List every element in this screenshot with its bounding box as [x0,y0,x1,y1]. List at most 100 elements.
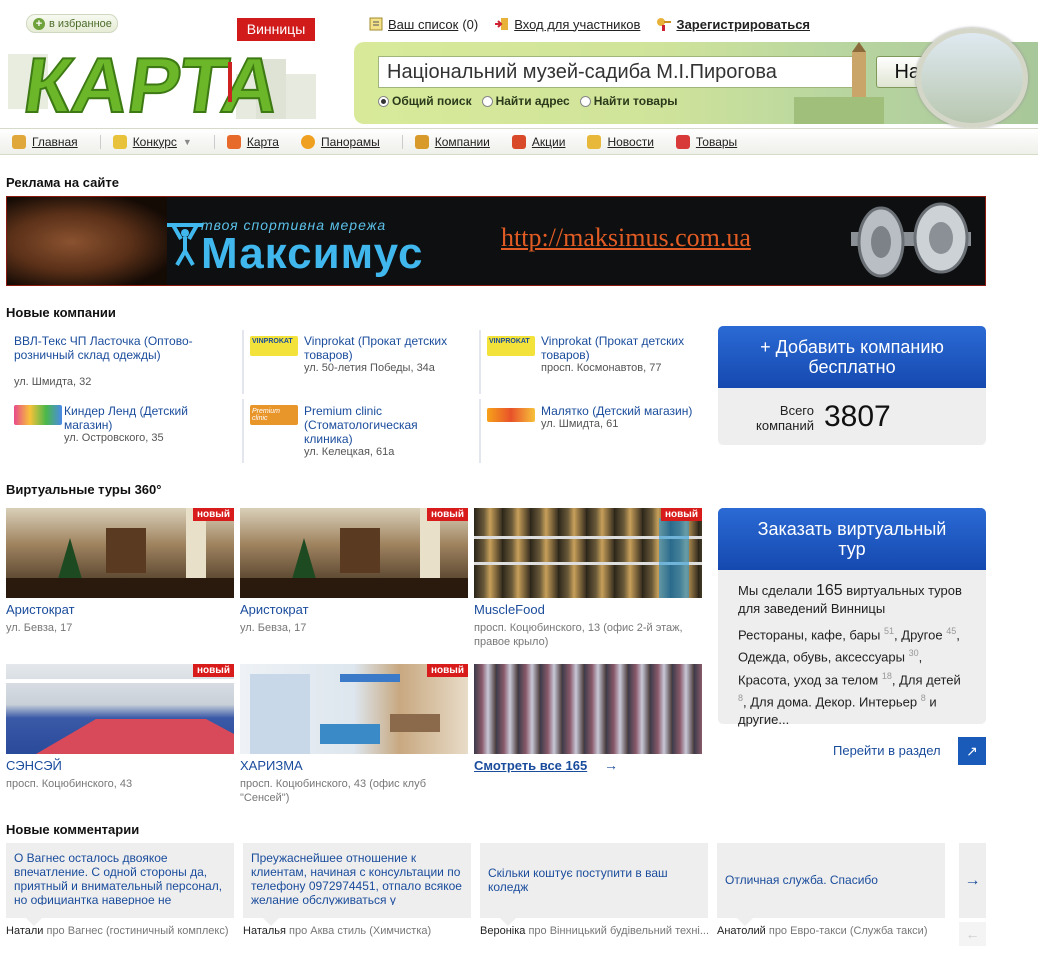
company-card[interactable]: Малятко (Детский магазин) ул. Шмидта, 61 [479,399,705,463]
city-badge[interactable]: Винницы [237,18,315,41]
top-links: Ваш список (0) Вход для участников Зарег… [368,15,810,33]
nav-divider [401,134,403,149]
company-card[interactable]: VINPROKAT Vinprokat (Прокат детских това… [479,330,705,394]
comment-card[interactable]: Скільки коштує поступити в ваш коледж [480,843,708,926]
nav-goods[interactable]: Товары [675,134,749,149]
comments-next-arrow-icon[interactable]: → [959,843,986,918]
briefcase-icon [414,134,429,149]
search-option-general[interactable]: Общий поиск [378,94,472,108]
go-to-section-link[interactable]: Перейти в раздел [833,743,941,758]
company-address: ул. Островского, 35 [64,432,164,444]
nav-promotions[interactable]: Акции [511,134,578,149]
company-card[interactable]: ВВЛ-Текс ЧП Ласточка (Оптово-розничный с… [6,330,232,394]
tours-info-panel: Мы сделали 165 виртуальных туров для зав… [718,570,986,727]
nav-news[interactable]: Новости [587,134,665,149]
comment-text[interactable]: Отличная служба. Спасибо [725,873,939,927]
ad-url[interactable]: http://maksimus.com.ua [501,223,751,253]
order-tour-button[interactable]: Заказать виртуальный тур [718,508,986,570]
tours-title: Виртуальные туры 360° [6,482,162,497]
company-name[interactable]: Premium clinic (Стоматологическая клиник… [304,404,464,446]
new-badge: новый [427,508,468,521]
comment-card[interactable]: Отличная служба. Спасибо [717,843,945,926]
tour-name[interactable]: СЭНСЭЙ [6,758,62,773]
comment-author: Натали про Вагнес (гостиничный комплекс) [6,925,229,937]
home-icon [12,134,26,149]
company-logo [14,405,62,425]
site-logo[interactable]: КАРТА [6,34,336,124]
comment-author: Анатолий про Евро-такси (Служба такси) [717,925,928,937]
company-card[interactable]: Киндер Ленд (Детский магазин) ул. Остров… [6,399,232,463]
add-to-favorites-button[interactable]: + в избранное [26,14,118,33]
tour-name[interactable]: ХАРИЗМА [240,758,303,773]
my-list-link[interactable]: Ваш список (0) [368,15,478,33]
login-label[interactable]: Вход для участников [514,17,640,32]
nav-panoramas[interactable]: Панорамы [300,134,392,149]
search-options: Общий поиск Найти адрес Найти товары [378,94,678,108]
comments-prev-arrow-icon[interactable]: ← [959,922,986,946]
tour-address: ул. Бевза, 17 [240,622,307,634]
arrow-up-right-icon[interactable]: ↗ [958,737,986,765]
register-label[interactable]: Зарегистрироваться [676,17,810,32]
chevron-down-icon[interactable]: ▼ [183,137,192,147]
search-option-goods[interactable]: Найти товары [579,94,678,108]
company-card[interactable]: VINPROKAT Vinprokat (Прокат детских това… [242,330,468,394]
list-icon [369,17,383,31]
tour-name[interactable]: Аристократ [6,602,75,617]
ad-banner[interactable]: твоя спортивна мережа Максимус http://ma… [6,196,986,286]
basket-icon [675,134,690,149]
company-name[interactable]: Vinprokat (Прокат детских товаров) [541,334,701,362]
my-list-label[interactable]: Ваш список [388,17,458,32]
radio-icon[interactable] [579,95,591,107]
tour-category[interactable]: Для детей [899,672,961,687]
ad-brand: Максимус [201,229,424,278]
tour-thumbnail[interactable]: новый [474,508,702,598]
tour-address: просп. Коцюбинского, 43 (офис клуб "Сенс… [240,778,427,804]
logo-text: КАРТА [19,41,285,124]
register-link[interactable]: Зарегистрироваться [656,15,810,33]
tour-address: просп. Коцюбинского, 43 [6,778,133,790]
company-address: просп. Космонавтов, 77 [541,362,662,374]
login-link[interactable]: Вход для участников [494,15,640,33]
comment-text[interactable]: Скільки коштує поступити в ваш коледж [488,866,702,920]
new-badge: новый [193,508,234,521]
comment-text[interactable]: Преужаснейшее отношение к клиентам, начи… [251,851,465,905]
add-company-button[interactable]: + Добавить компанию бесплатно [718,326,986,388]
comments-title: Новые комментарии [6,822,140,837]
comment-card[interactable]: О Вагнес осталось двоякое впечатление. С… [6,843,234,926]
tour-category[interactable]: Для дома. Декор. Интерьер [750,694,917,709]
nav-home[interactable]: Главная [12,134,90,149]
new-badge: новый [427,664,468,677]
company-name[interactable]: Vinprokat (Прокат детских товаров) [304,334,464,362]
clothing-store-image[interactable] [474,664,702,754]
comment-text[interactable]: О Вагнес осталось двоякое впечатление. С… [14,851,228,905]
arrow-right-icon[interactable]: → [604,757,618,773]
tour-categories: Рестораны, кафе, бары 51, Другое 45, Оде… [738,626,961,728]
tour-thumbnail[interactable]: новый [240,508,468,598]
tour-name[interactable]: MuscleFood [474,602,545,617]
company-name[interactable]: ВВЛ-Текс ЧП Ласточка (Оптово-розничный с… [14,334,224,362]
nav-companies[interactable]: Компании [414,134,502,149]
tour-category[interactable]: Одежда, обувь, аксессуары [738,650,905,665]
search-option-address[interactable]: Найти адрес [481,94,570,108]
nav-map[interactable]: Карта [226,134,291,149]
tour-thumbnail[interactable]: новый [240,664,468,754]
company-name[interactable]: Малятко (Детский магазин) [541,404,701,418]
see-all-tours-link[interactable]: Смотреть все 165 [474,758,587,773]
tour-category[interactable]: Рестораны, кафе, бары [738,627,880,642]
company-card[interactable]: Premium clinic Premium clinic (Стоматоло… [242,399,468,463]
magnifier-icon [916,28,1028,128]
tour-thumbnail[interactable]: новый [6,664,234,754]
nav-contest[interactable]: Конкурс ▼ [112,134,204,149]
comment-card[interactable]: Преужаснейшее отношение к клиентам, начи… [243,843,471,926]
athlete-image [7,197,167,285]
tour-name[interactable]: Аристократ [240,602,309,617]
tour-thumbnail[interactable]: новый [6,508,234,598]
tour-category[interactable]: Другое [901,627,942,642]
weightlifter-icon [167,223,203,266]
search-input[interactable] [378,56,864,88]
megaphone-icon [511,134,526,149]
radio-checked-icon[interactable] [378,95,389,107]
radio-icon[interactable] [481,95,493,107]
company-name[interactable]: Киндер Ленд (Детский магазин) [64,404,224,432]
tour-category[interactable]: Красота, уход за телом [738,672,878,687]
